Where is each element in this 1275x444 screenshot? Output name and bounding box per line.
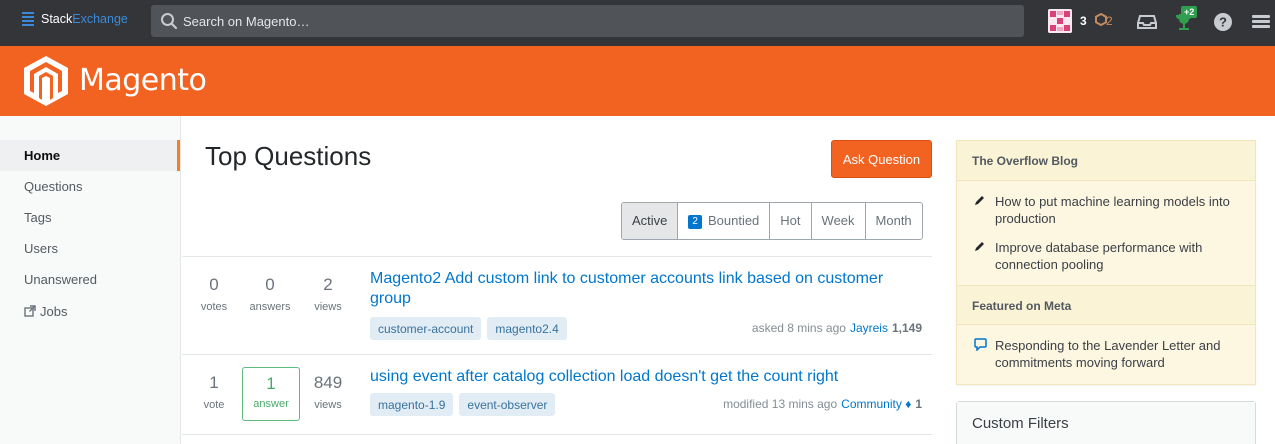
chat-bubble-icon [974,338,987,351]
tab-bountied-label: Bountied [707,213,760,228]
blog-item-link[interactable]: Improve database performance with connec… [995,240,1202,272]
view-count: 849 views [299,373,357,411]
tab-active[interactable]: Active [622,203,679,239]
pencil-icon [975,196,984,205]
vote-count-number: 1 [209,373,219,392]
pencil-icon [975,242,984,251]
brand-bold: Stack [41,12,73,26]
question-tags: customer-account magento2.4 [370,317,573,340]
top-bar: StackExchange 3 2 +2 ? [0,0,1275,46]
question-title-link[interactable]: Magento2 Add custom link to customer acc… [370,269,910,309]
bronze-badge-count: 2 [1106,14,1113,28]
answer-count-number: 0 [265,275,275,294]
blog-heading: The Overflow Blog [957,141,1255,181]
user-reputation: 1 [915,397,922,411]
nav-item-label: Users [24,241,58,256]
question-row: 1 vote 1 answer 849 views using event af… [182,355,932,435]
question-action-time[interactable]: modified 13 mins ago [723,397,837,411]
overflow-blog-widget: The Overflow Blog How to put machine lea… [956,140,1256,385]
search-input[interactable] [183,5,983,37]
nav-item-home[interactable]: Home [0,140,180,171]
question-filter-tabs: Active 2 Bountied Hot Week Month [621,202,923,240]
vote-count-label: vote [203,399,225,411]
answer-count-label: answers [249,301,291,313]
vote-count: 0 votes [185,275,243,313]
answer-count-number: 1 [266,374,276,393]
nav-item-jobs[interactable]: Jobs [0,296,180,327]
question-meta: modified 13 mins ago Community ♦ 1 [723,397,922,411]
left-sidebar: Home Questions Tags Users Unanswered Job… [0,116,181,444]
question-title-link[interactable]: using event after catalog collection loa… [370,367,910,387]
identicon-icon [1048,9,1072,33]
nav-item-label: Home [24,148,61,163]
nav-item-label: Jobs [40,304,68,319]
svg-text:?: ? [1219,15,1227,30]
nav-item-label: Unanswered [24,272,97,287]
nav-item-label: Questions [24,179,83,194]
site-header: Magento [0,46,1275,116]
user-reputation: 1,149 [891,321,922,335]
brand-color: Exchange [72,12,128,26]
page-title: Top Questions [205,141,372,171]
avatar[interactable] [1048,9,1072,33]
question-meta: asked 8 mins ago Jayreis 1,149 [752,321,922,335]
nav-item-users[interactable]: Users [0,233,180,264]
answer-count: 0 answers [241,275,299,313]
moderator-diamond-icon: ♦ [905,397,912,411]
magento-logo-icon[interactable] [22,54,70,108]
site-name[interactable]: Magento [79,63,207,98]
view-count-label: views [314,399,342,411]
inbox-icon[interactable] [1136,11,1158,33]
nav-item-unanswered[interactable]: Unanswered [0,264,180,295]
view-count-label: views [314,301,342,313]
question-tags: magento-1.9 event-observer [370,393,561,416]
reputation-count: 3 [1080,14,1087,28]
user-link[interactable]: Community [841,397,902,411]
blog-item[interactable]: Improve database performance with connec… [957,227,1255,285]
search-box[interactable] [151,5,1024,37]
meta-item-link[interactable]: Responding to the Lavender Letter and co… [995,338,1221,370]
help-icon[interactable]: ? [1212,11,1234,33]
search-icon [161,13,178,30]
bounty-count-badge: 2 [688,215,702,229]
tab-month[interactable]: Month [865,203,922,239]
question-list: 0 votes 0 answers 2 views Magento2 Add c… [182,256,932,435]
external-link-icon [24,305,36,317]
nav-item-label: Tags [24,210,52,225]
ask-question-button[interactable]: Ask Question [831,140,932,178]
stackexchange-logo-icon [22,12,34,26]
vote-count-number: 0 [209,275,219,294]
view-count-number: 849 [313,373,343,392]
meta-heading: Featured on Meta [957,285,1255,325]
tag[interactable]: magento2.4 [487,317,567,340]
view-count: 2 views [299,275,357,313]
tag[interactable]: magento-1.9 [370,393,454,416]
tab-week[interactable]: Week [811,203,866,239]
main-content: Top Questions Ask Question Active 2 Bount… [182,116,932,444]
view-count-number: 2 [323,275,333,294]
blog-item-link[interactable]: How to put machine learning models into … [995,194,1230,226]
achievement-badge: +2 [1181,6,1198,18]
answer-count-label: answer [253,398,289,410]
stackexchange-logo[interactable]: Stack Exchange [22,12,128,26]
custom-filters-heading: Custom Filters [957,402,1255,444]
blog-item[interactable]: How to put machine learning models into … [957,181,1255,227]
tag[interactable]: customer-account [370,317,482,340]
question-action-time[interactable]: asked 8 mins ago [752,321,846,335]
nav-item-questions[interactable]: Questions [0,171,180,202]
tag[interactable]: event-observer [459,393,556,416]
site-switcher-icon[interactable] [1250,11,1272,33]
vote-count: 1 vote [185,373,243,411]
vote-count-label: votes [200,301,228,313]
tab-hot[interactable]: Hot [770,203,812,239]
answer-count-accepted: 1 answer [242,367,300,421]
tab-bountied[interactable]: 2 Bountied [678,203,771,239]
custom-filters-widget: Custom Filters [956,401,1256,444]
nav-item-tags[interactable]: Tags [0,202,180,233]
meta-item[interactable]: Responding to the Lavender Letter and co… [957,325,1255,371]
user-link[interactable]: Jayreis [850,321,888,335]
question-row: 0 votes 0 answers 2 views Magento2 Add c… [182,257,932,355]
